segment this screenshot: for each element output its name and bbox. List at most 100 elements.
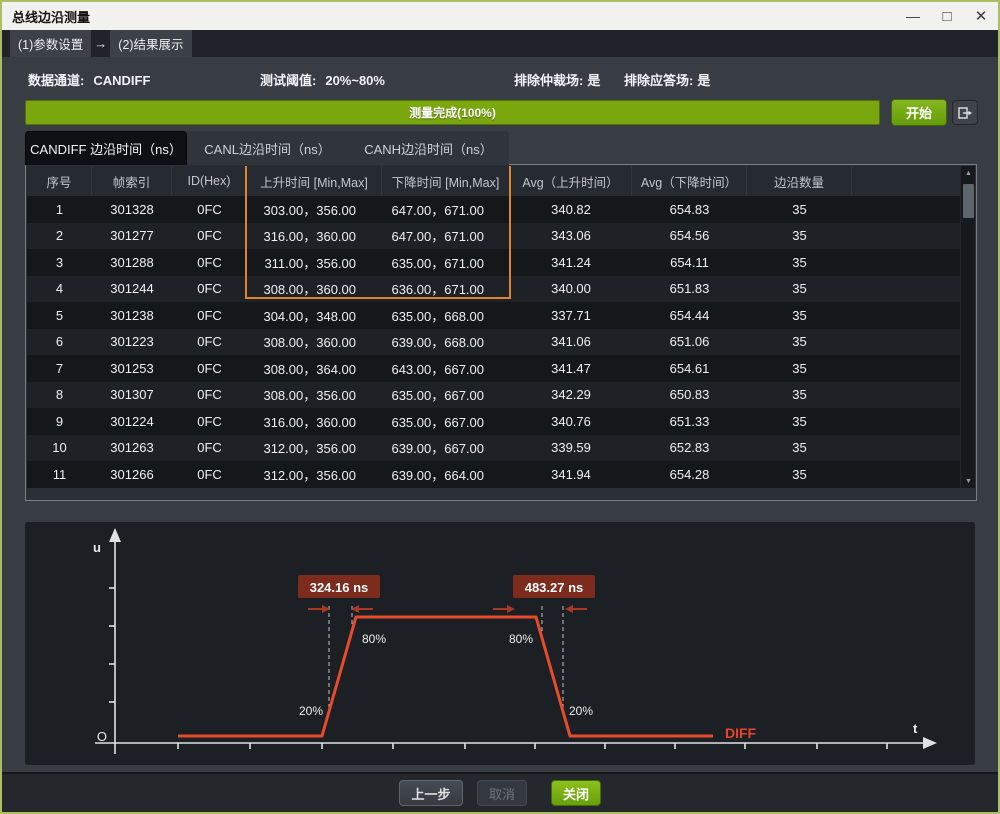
y-axis-arrow-icon <box>109 528 121 542</box>
table-cell-filler <box>852 223 975 250</box>
tab-strip: CANL边沿时间（ns） CANH边沿时间（ns） <box>187 131 509 165</box>
scroll-down-icon[interactable]: ▼ <box>961 474 975 488</box>
table-cell-filler <box>852 196 975 223</box>
scrollbar-thumb[interactable] <box>963 184 974 218</box>
col-header-fall-minmax[interactable]: 下降时间 [Min,Max] <box>382 166 510 196</box>
diff-waveform <box>178 617 713 736</box>
table-cell: 0FC <box>172 223 247 250</box>
col-header-id-hex[interactable]: ID(Hex) <box>172 166 247 196</box>
previous-step-button[interactable]: 上一步 <box>399 780 463 806</box>
table-cell: 0FC <box>172 329 247 356</box>
progress-text: 测量完成(100%) <box>409 104 496 121</box>
col-header-avg-fall[interactable]: Avg（下降时间） <box>632 166 747 196</box>
y-axis-label: u <box>93 540 101 555</box>
table-cell: 341.24 <box>510 249 632 276</box>
start-button[interactable]: 开始 <box>891 99 947 126</box>
table-cell: 651.06 <box>632 329 747 356</box>
table-cell-filler <box>852 435 975 462</box>
table-cell-filler <box>852 408 975 435</box>
table-row[interactable]: 93012240FC316.00，360.00635.00，667.00340.… <box>27 408 975 435</box>
table-cell-filler <box>852 461 975 488</box>
table-cell-filler <box>852 276 975 303</box>
table-cell: 301253 <box>92 355 172 382</box>
table-row[interactable]: 63012230FC308.00，360.00639.00，668.00341.… <box>27 329 975 356</box>
table-cell: 654.61 <box>632 355 747 382</box>
cancel-button[interactable]: 取消 <box>477 780 527 806</box>
table-cell: 651.33 <box>632 408 747 435</box>
step-parameter-settings[interactable]: (1)参数设置 <box>10 30 91 57</box>
table-cell: 651.83 <box>632 276 747 303</box>
table-cell: 340.82 <box>510 196 632 223</box>
export-button[interactable] <box>952 100 978 125</box>
table-cell: 0FC <box>172 355 247 382</box>
table-row[interactable]: 33012880FC311.00，356.00635.00，671.00341.… <box>27 249 975 276</box>
vertical-scrollbar[interactable]: ▲ ▼ <box>960 166 975 488</box>
table-cell: 339.59 <box>510 435 632 462</box>
table-cell: 1 <box>27 196 92 223</box>
table-cell: 35 <box>747 329 852 356</box>
table-cell: 35 <box>747 355 852 382</box>
table-row[interactable]: 23012770FC316.00，360.00647.00，671.00343.… <box>27 223 975 250</box>
tab-canh-edge-time[interactable]: CANH边沿时间（ns） <box>348 131 509 165</box>
close-button[interactable]: ✕ <box>964 2 998 30</box>
table-cell: 9 <box>27 408 92 435</box>
rise-time-value: 324.16 ns <box>310 580 369 595</box>
col-header-filler <box>852 166 975 196</box>
table-cell: 308.00，364.00 <box>247 355 382 382</box>
table-row[interactable]: 73012530FC308.00，364.00643.00，667.00341.… <box>27 355 975 382</box>
edge-time-diagram: u t O 324.16 ns 483.27 ns <box>25 522 975 765</box>
minimize-button[interactable]: — <box>896 2 930 30</box>
step-arrow-icon: → <box>93 36 108 51</box>
table-row[interactable]: 83013070FC308.00，356.00635.00，667.00342.… <box>27 382 975 409</box>
footer-bar: 上一步 取消 关闭 <box>2 772 998 812</box>
step-result-display[interactable]: (2)结果展示 <box>110 30 191 57</box>
table-cell: 643.00，667.00 <box>382 355 510 382</box>
table-row[interactable]: 103012630FC312.00，356.00639.00，667.00339… <box>27 435 975 462</box>
col-header-frame-index[interactable]: 帧索引 <box>92 166 172 196</box>
table-cell: 303.00，356.00 <box>247 196 382 223</box>
table-row[interactable]: 43012440FC308.00，360.00636.00，671.00340.… <box>27 276 975 303</box>
x-axis <box>95 743 925 749</box>
tab-canl-edge-time[interactable]: CANL边沿时间（ns） <box>187 131 348 165</box>
table-cell: 10 <box>27 435 92 462</box>
col-header-rise-minmax[interactable]: 上升时间 [Min,Max] <box>247 166 382 196</box>
fall-20pct-label: 20% <box>569 704 593 718</box>
table-cell: 301307 <box>92 382 172 409</box>
table-cell: 343.06 <box>510 223 632 250</box>
table-cell: 312.00，356.00 <box>247 461 382 488</box>
table-cell: 35 <box>747 435 852 462</box>
measurement-progress-bar: 测量完成(100%) <box>25 100 880 125</box>
maximize-icon: □ <box>942 8 951 25</box>
table-cell: 311.00，356.00 <box>247 249 382 276</box>
table-cell: 35 <box>747 276 852 303</box>
table-cell: 301266 <box>92 461 172 488</box>
col-header-avg-rise[interactable]: Avg（上升时间） <box>510 166 632 196</box>
table-cell: 0FC <box>172 276 247 303</box>
maximize-button[interactable]: □ <box>930 2 964 30</box>
col-header-index[interactable]: 序号 <box>27 166 92 196</box>
test-threshold-label: 测试阈值: <box>260 73 316 88</box>
table-cell: 301277 <box>92 223 172 250</box>
table-cell: 340.76 <box>510 408 632 435</box>
data-channel-label: 数据通道: <box>28 73 84 88</box>
exclude-ack-field: 排除应答场:是 <box>624 70 710 89</box>
table-cell: 650.83 <box>632 382 747 409</box>
table-row[interactable]: 53012380FC304.00，348.00635.00，668.00337.… <box>27 302 975 329</box>
table-cell: 308.00，360.00 <box>247 276 382 303</box>
tab-candiff-edge-time[interactable]: CANDIFF 边沿时间（ns） <box>25 131 187 165</box>
table-cell: 11 <box>27 461 92 488</box>
close-dialog-button[interactable]: 关闭 <box>551 780 601 806</box>
table-row[interactable]: 113012660FC312.00，356.00639.00，664.00341… <box>27 461 975 488</box>
table-row[interactable]: 13013280FC303.00，356.00647.00，671.00340.… <box>27 196 975 223</box>
table-cell: 312.00，356.00 <box>247 435 382 462</box>
table-cell: 639.00，664.00 <box>382 461 510 488</box>
table-cell: 35 <box>747 196 852 223</box>
col-header-edge-count[interactable]: 边沿数量 <box>747 166 852 196</box>
exclude-arbitration-label: 排除仲裁场: <box>514 73 583 88</box>
y-axis <box>109 538 115 754</box>
origin-label: O <box>97 729 107 744</box>
table-cell: 654.83 <box>632 196 747 223</box>
table-cell: 0FC <box>172 461 247 488</box>
scroll-up-icon[interactable]: ▲ <box>961 166 975 180</box>
table-cell: 4 <box>27 276 92 303</box>
